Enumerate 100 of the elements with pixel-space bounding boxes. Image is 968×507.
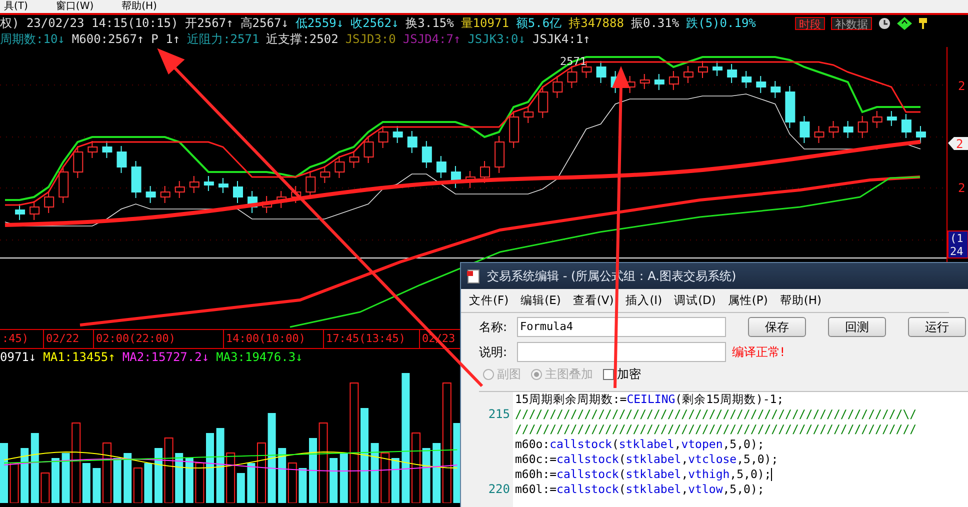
volume-bar: [102, 442, 112, 503]
candlestick: [276, 190, 287, 208]
candlestick: [422, 140, 432, 168]
candlestick: [349, 150, 360, 168]
indicator-field: JSJK4:1↑: [532, 32, 590, 46]
indicator-field: 周期数:10↓: [0, 30, 65, 48]
volume-bar: [206, 433, 214, 503]
candlestick: [843, 120, 854, 138]
candlestick: [494, 136, 505, 174]
checkbox-option[interactable]: 加密: [603, 366, 641, 382]
menu-item[interactable]: 帮助(H): [780, 293, 822, 308]
indicator-field: JSJK3:0↓: [468, 32, 526, 46]
volume-bar: [195, 462, 204, 503]
candlestick: [886, 110, 897, 126]
diamond-icon[interactable]: [897, 16, 912, 30]
indicator-field: 近支撑:2502: [266, 30, 338, 48]
candlestick: [407, 130, 418, 154]
candlestick: [73, 146, 84, 178]
time-label: 17:45(13:45): [323, 330, 419, 348]
candlestick: [814, 126, 824, 144]
candlestick: [30, 200, 40, 220]
quote-field: 权) 23/02/23 14:15(10:15): [0, 14, 178, 32]
volume-bar: [20, 448, 29, 503]
time-label: :45): [1, 331, 30, 347]
time-label: 14:00(10:00): [223, 330, 323, 348]
code-line: m60l:=callstock(stklabel,vtlow,5,0);: [515, 482, 766, 497]
name-field[interactable]: Formula4: [517, 317, 726, 337]
menu-item[interactable]: 属性(P): [728, 293, 768, 308]
volume-bar: [391, 458, 400, 503]
menu-item[interactable]: 窗口(W): [56, 0, 94, 13]
candlestick: [698, 60, 708, 78]
candlestick: [248, 190, 258, 214]
volume-bar: [52, 458, 60, 503]
candlestick: [131, 160, 142, 198]
candlestick: [567, 66, 578, 88]
volume-bar: [0, 443, 8, 503]
volume-bar: [309, 438, 317, 503]
candlestick: [334, 156, 345, 178]
pin-icon[interactable]: [918, 16, 928, 30]
volume-bar: [10, 462, 19, 503]
menu-item[interactable]: 文件(F): [469, 293, 509, 308]
candlestick: [160, 186, 170, 204]
volume-bar: [257, 442, 266, 503]
menu-item[interactable]: 编辑(E): [520, 293, 561, 308]
time-label: 02/22: [43, 330, 93, 348]
clock-icon[interactable]: [878, 16, 891, 30]
candlestick: [15, 204, 26, 220]
volume-bar: [154, 448, 162, 503]
candlestick: [436, 156, 446, 178]
candlestick: [480, 160, 490, 184]
toolbar-button[interactable]: 补数据: [831, 16, 872, 30]
volume-bar: [113, 458, 122, 503]
volume-bar: [133, 468, 142, 503]
candlestick: [524, 106, 534, 124]
candlestick: [233, 180, 243, 204]
volume-bar: [422, 448, 430, 503]
candlestick: [901, 114, 912, 138]
side-box-text: (1: [950, 232, 964, 245]
indicator-field: P 1↑: [151, 32, 180, 46]
candlestick: [858, 116, 868, 138]
quote-field: 低2559↓: [295, 14, 344, 32]
quote-field: 跌(5)0.19%: [686, 14, 756, 32]
volume-field: MA2:15727.2↓: [122, 350, 210, 364]
candlestick: [872, 110, 882, 128]
toolbar-button[interactable]: 时段: [795, 16, 825, 30]
candlestick: [204, 176, 214, 192]
field-label: 名称:: [479, 318, 508, 336]
menu-item[interactable]: 调试(D): [674, 293, 716, 308]
candlestick: [320, 166, 330, 184]
candlestick: [88, 140, 98, 158]
candlestick: [668, 70, 679, 90]
volume-field: MA1:13455↑: [43, 350, 116, 364]
dialog-button[interactable]: 回测: [828, 317, 886, 337]
volume-bar: [30, 433, 39, 503]
dialog-button[interactable]: 保存: [748, 317, 806, 337]
code-line: ////////////////////////////////////////////////////////\/: [515, 407, 917, 422]
candlestick: [146, 186, 156, 204]
code-line: //////////////////////////////////////////////////////////: [515, 422, 917, 437]
menu-item[interactable]: 查看(V): [572, 293, 614, 308]
menu-item[interactable]: 具(T): [4, 0, 28, 13]
dialog-button[interactable]: 运行: [908, 317, 966, 337]
candlestick: [174, 180, 185, 198]
candlestick: [450, 166, 461, 188]
menu-item[interactable]: 插入(I): [626, 293, 662, 308]
checkbox-icon[interactable]: [603, 368, 614, 380]
volume-bar: [370, 443, 379, 503]
volume-bar: [144, 463, 152, 503]
description-field[interactable]: [517, 342, 726, 362]
candlestick: [189, 176, 200, 194]
candlestick: [378, 126, 388, 148]
axis-label: 2: [958, 181, 966, 195]
volume-bar: [92, 468, 101, 503]
menu-item[interactable]: 帮助(H): [122, 0, 157, 13]
candlestick: [58, 166, 69, 204]
candlestick: [262, 196, 272, 214]
candlestick: [756, 76, 766, 94]
volume-bar: [185, 458, 194, 503]
volume-bar: [288, 462, 297, 503]
volume-bar: [298, 468, 307, 503]
line-number: 215: [487, 407, 511, 422]
